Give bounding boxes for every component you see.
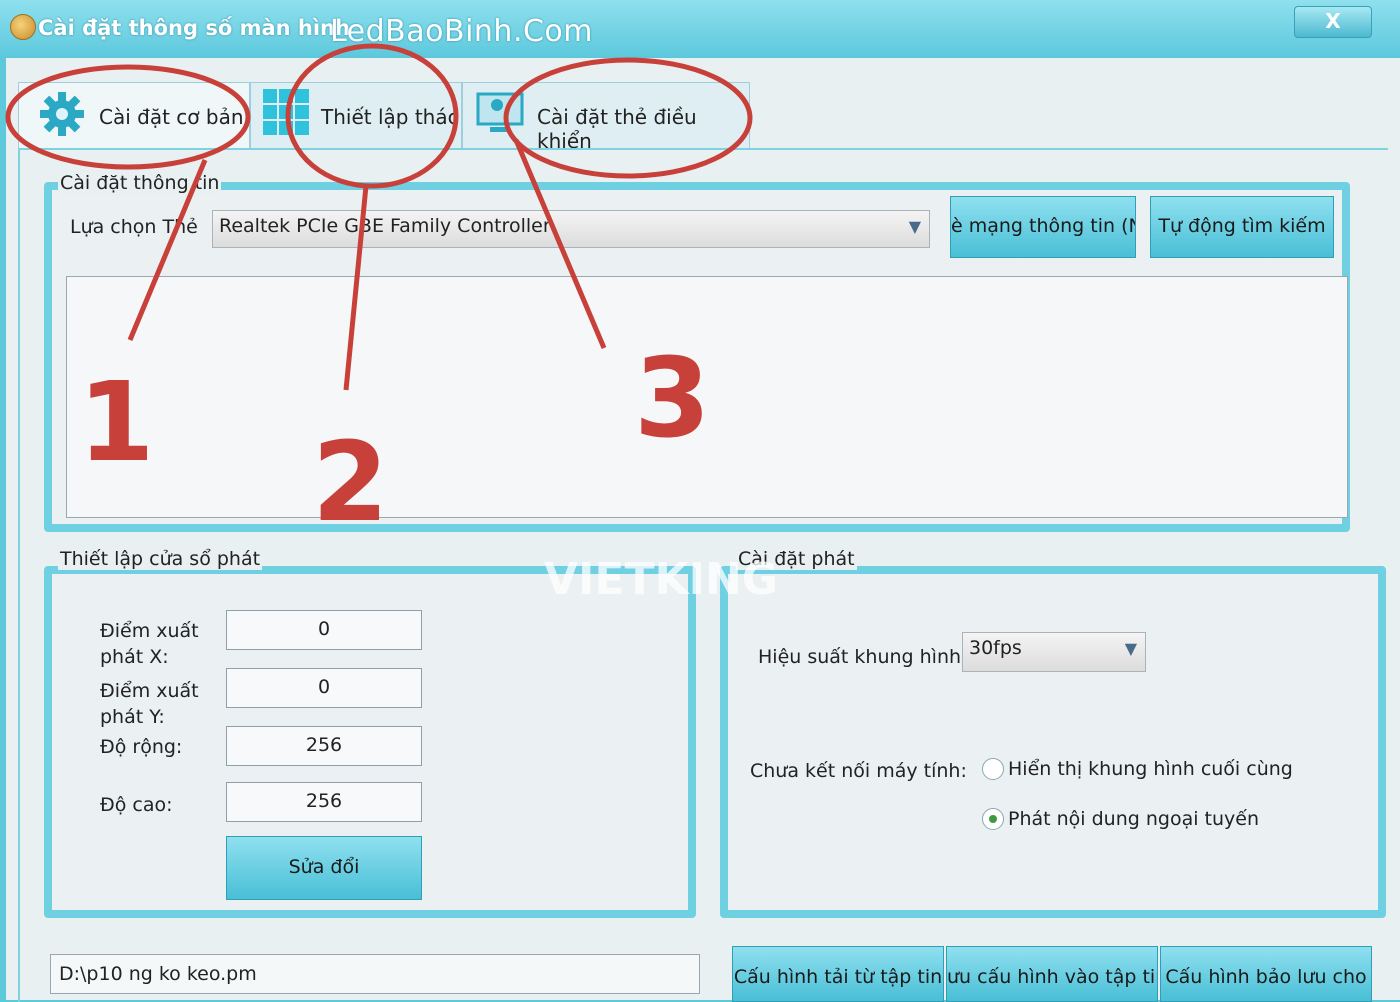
- start-y-label: Điểm xuất phát Y:: [100, 680, 199, 728]
- info-group-title: Cài đặt thông tin: [58, 172, 222, 194]
- fps-value: 30fps: [969, 637, 1022, 659]
- playback-settings-group: [720, 566, 1386, 918]
- modify-button[interactable]: Sửa đổi: [226, 836, 422, 900]
- width-input[interactable]: 256: [226, 726, 422, 766]
- height-label: Độ cao:: [100, 794, 173, 816]
- network-card-select[interactable]: Realtek PCIe GBE Family Controller ▼: [212, 210, 930, 248]
- offline-content-label: Phát nội dung ngoại tuyến: [1008, 808, 1260, 830]
- fps-select[interactable]: 30fps ▼: [962, 632, 1146, 672]
- site-watermark: LedBaoBinh.Com: [330, 14, 594, 49]
- close-button[interactable]: X: [1294, 6, 1372, 38]
- network-info-button[interactable]: è mạng thông tin (N: [950, 196, 1136, 258]
- start-x-input[interactable]: 0: [226, 610, 422, 650]
- tab-controller-card[interactable]: Cài đặt thẻ điều khiển: [462, 82, 750, 153]
- auto-search-button[interactable]: Tự động tìm kiếm: [1150, 196, 1334, 258]
- chevron-down-icon[interactable]: ▼: [909, 217, 921, 236]
- monitor-icon: [476, 92, 524, 132]
- grid-icon: [263, 89, 309, 135]
- height-input[interactable]: 256: [226, 782, 422, 822]
- disconnected-label: Chưa kết nối máy tính:: [750, 760, 967, 782]
- backup-config-button[interactable]: Cấu hình bảo lưu cho: [1160, 946, 1372, 1002]
- playback-settings-title: Cài đặt phát: [736, 548, 857, 570]
- chevron-down-icon[interactable]: ▼: [1125, 639, 1137, 658]
- app-icon: [10, 14, 36, 40]
- last-frame-label: Hiển thị khung hình cuối cùng: [1008, 758, 1293, 780]
- fps-label: Hiệu suất khung hình: [758, 646, 962, 668]
- width-label: Độ rộng:: [100, 736, 183, 758]
- offline-content-radio[interactable]: [982, 808, 1004, 830]
- title-bar: Cài đặt thông số màn hình LedBaoBinh.Com…: [0, 0, 1400, 58]
- card-info-list[interactable]: [66, 276, 1348, 518]
- config-path-field[interactable]: D:\p10 ng ko keo.pm: [50, 954, 700, 994]
- tab-label: Cài đặt cơ bản: [99, 105, 244, 129]
- last-frame-radio[interactable]: [982, 758, 1004, 780]
- save-config-button[interactable]: ưu cấu hình vào tập tin: [946, 946, 1158, 1002]
- tab-label: Thiết lập thác: [321, 105, 459, 129]
- tab-basic-settings[interactable]: Cài đặt cơ bản: [18, 82, 250, 149]
- network-card-value: Realtek PCIe GBE Family Controller: [219, 215, 551, 237]
- load-config-button[interactable]: Cấu hình tải từ tập tin: [732, 946, 944, 1002]
- start-y-input[interactable]: 0: [226, 668, 422, 708]
- window-title: Cài đặt thông số màn hình: [38, 16, 350, 40]
- card-select-label: Lựa chọn Thẻ: [70, 216, 198, 238]
- tab-label: Cài đặt thẻ điều khiển: [537, 105, 697, 153]
- start-x-label: Điểm xuất phát X:: [100, 620, 199, 668]
- tab-cascade-settings[interactable]: Thiết lập thác: [250, 82, 462, 149]
- gear-icon: [40, 92, 84, 136]
- playback-window-title: Thiết lập cửa sổ phát: [58, 548, 263, 570]
